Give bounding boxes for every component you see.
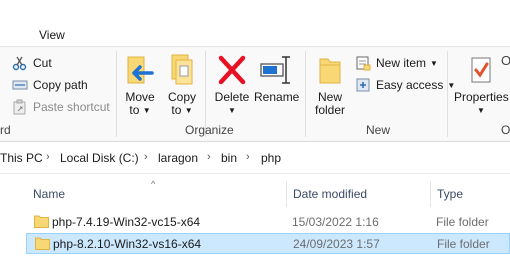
new-item-button[interactable]: New item ▼ [355, 53, 438, 73]
new-folder-button[interactable]: New folder [312, 53, 348, 117]
group-separator [447, 51, 448, 137]
paste-shortcut-button[interactable]: Paste shortcut [12, 97, 110, 117]
folder-icon [34, 215, 49, 228]
scissors-icon [12, 55, 28, 71]
chevron-right-icon[interactable]: › [246, 151, 250, 163]
copy-path-icon [12, 77, 28, 93]
column-header-date-modified[interactable]: Date modified [293, 187, 367, 201]
copy-to-label-line2: to [171, 103, 182, 117]
move-to-button[interactable]: Move to ▼ [122, 53, 158, 117]
properties-label: Properties [454, 90, 509, 104]
row-name: php-7.4.19-Win32-vc15-x64 [52, 215, 201, 229]
paste-shortcut-icon [12, 99, 28, 115]
new-folder-label-line2: folder [314, 103, 346, 117]
chevron-down-icon: ▼ [430, 58, 438, 68]
row-date: 15/03/2022 1:16 [292, 215, 379, 229]
new-folder-icon [312, 53, 348, 87]
copy-path-button[interactable]: Copy path [12, 75, 88, 95]
clipboard-group-label: rd [0, 123, 11, 137]
move-to-icon [122, 53, 158, 87]
table-row-selected[interactable]: php-8.2.10-Win32-vs16-x64 24/09/2023 1:5… [26, 233, 510, 254]
rename-icon [258, 53, 294, 87]
delete-label: Delete [214, 90, 250, 104]
copy-to-button[interactable]: Copy to ▼ [164, 53, 200, 117]
properties-button[interactable]: Properties ▼ [454, 53, 509, 117]
new-item-label: New item [376, 56, 427, 70]
breadcrumb-php[interactable]: php [261, 151, 281, 165]
rename-button[interactable]: Rename [254, 53, 300, 104]
column-header-type[interactable]: Type [437, 187, 463, 201]
row-name: php-8.2.10-Win32-vs16-x64 [53, 237, 202, 251]
delete-button[interactable]: Delete ▼ [212, 53, 252, 117]
new-group-label: New [366, 123, 391, 137]
ribbon: Cut Copy path Paste shortcut rd Move to … [0, 46, 510, 142]
open-button-fragment[interactable]: O [501, 53, 510, 68]
row-date: 24/09/2023 1:57 [293, 237, 380, 251]
open-group-label: O [501, 123, 510, 137]
chevron-down-icon: ▼ [477, 106, 485, 115]
folder-icon [35, 237, 50, 250]
copy-to-icon [164, 53, 200, 87]
file-list: ^ Name Date modified Type php-7.4.19-Win… [0, 175, 510, 267]
new-item-icon [355, 55, 371, 71]
sort-ascending-icon: ^ [151, 179, 156, 189]
cut-button[interactable]: Cut [12, 53, 52, 73]
breadcrumb-laragon[interactable]: laragon [158, 151, 198, 165]
row-type: File folder [437, 237, 490, 251]
delete-x-icon [214, 53, 250, 87]
easy-access-icon [355, 77, 371, 93]
move-to-label-line2: to [129, 103, 140, 117]
group-separator [116, 51, 117, 137]
table-row[interactable]: php-7.4.19-Win32-vc15-x64 15/03/2022 1:1… [26, 212, 510, 233]
breadcrumb-this-pc[interactable]: This PC [0, 151, 43, 165]
column-separator[interactable] [286, 181, 287, 207]
chevron-down-icon: ▼ [142, 106, 151, 115]
chevron-right-icon[interactable]: › [207, 151, 211, 163]
breadcrumb-bin[interactable]: bin [221, 151, 237, 165]
column-header-name[interactable]: Name [33, 187, 65, 201]
rename-label: Rename [254, 90, 300, 104]
tab-view[interactable]: View [39, 28, 65, 42]
paste-shortcut-label: Paste shortcut [33, 100, 110, 114]
breadcrumb-local-disk[interactable]: Local Disk (C:) [60, 151, 139, 165]
copy-path-label: Copy path [33, 78, 88, 92]
chevron-right-icon[interactable]: › [144, 151, 148, 163]
row-type: File folder [436, 215, 489, 229]
chevron-down-icon: ▼ [228, 106, 236, 115]
chevron-down-icon: ▼ [184, 106, 193, 115]
address-bar[interactable]: This PC › Local Disk (C:) › laragon › bi… [0, 142, 510, 174]
group-separator [305, 51, 306, 137]
easy-access-button[interactable]: Easy access ▼ [355, 75, 455, 95]
chevron-right-icon[interactable]: › [46, 151, 50, 163]
cut-label: Cut [33, 56, 52, 70]
organize-group-label: Organize [185, 123, 234, 137]
ribbon-tabs: View [0, 0, 510, 46]
properties-icon [463, 53, 499, 87]
easy-access-label: Easy access [376, 78, 444, 92]
column-separator[interactable] [430, 181, 431, 207]
